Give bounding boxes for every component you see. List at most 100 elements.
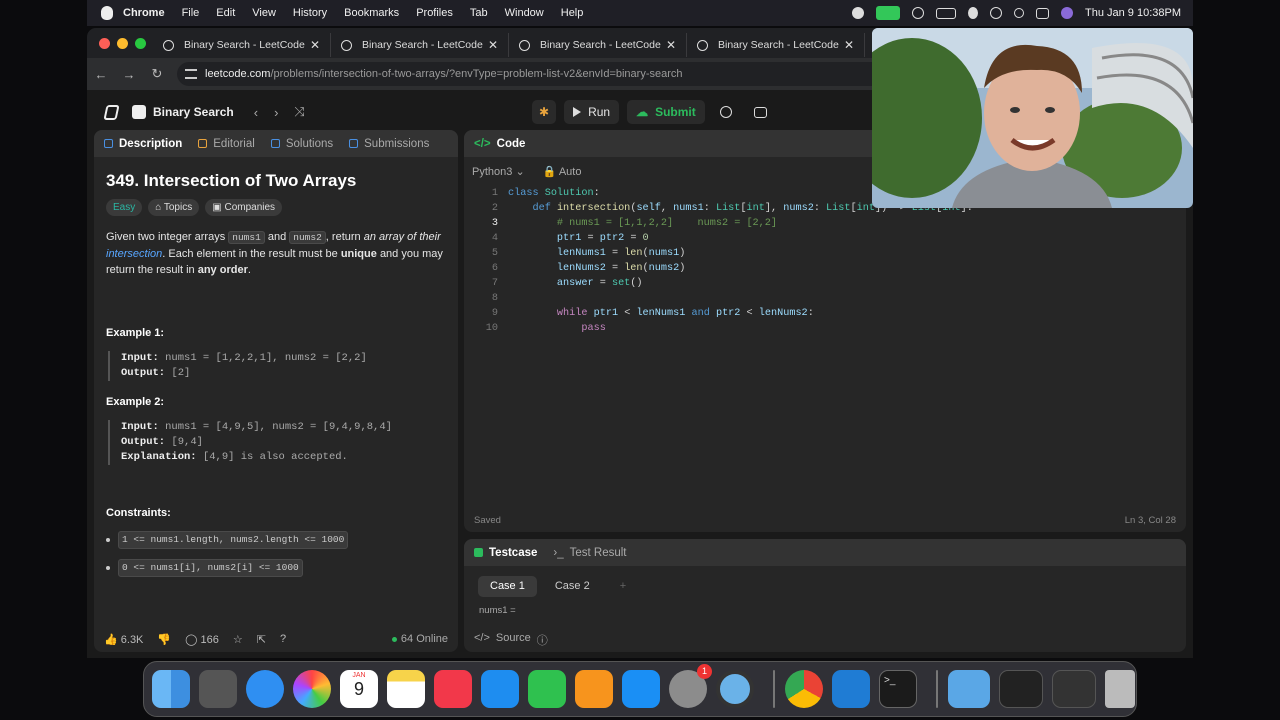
menu-app[interactable]: Chrome: [123, 7, 165, 19]
menu-profiles[interactable]: Profiles: [416, 7, 453, 19]
news-icon[interactable]: [434, 670, 472, 708]
code-line: lenNums1 = len(nums1): [556, 248, 686, 259]
notes-icon[interactable]: [387, 670, 425, 708]
prev-problem-icon[interactable]: ‹: [254, 105, 258, 120]
browser-tab[interactable]: Binary Search - LeetCode ✕: [153, 33, 331, 57]
tab-solutions[interactable]: Solutions: [270, 138, 333, 150]
minimize-window-button[interactable]: [117, 37, 128, 49]
menu-edit[interactable]: Edit: [216, 7, 235, 19]
app-store-icon[interactable]: [622, 670, 660, 708]
shuffle-icon[interactable]: ⤨: [294, 104, 304, 120]
notes-button[interactable]: [747, 100, 774, 124]
control-center-icon[interactable]: [1035, 7, 1049, 19]
numbers-icon[interactable]: [528, 670, 566, 708]
case-1-button[interactable]: Case 1: [478, 576, 537, 597]
help-icon[interactable]: ⓘ: [537, 632, 548, 648]
dislike-icon[interactable]: 👎: [157, 633, 171, 646]
menu-bookmarks[interactable]: Bookmarks: [344, 7, 399, 19]
notification-badge: 1: [697, 664, 712, 679]
help-icon[interactable]: ?: [280, 633, 286, 645]
submit-button[interactable]: ☁ Submit: [627, 100, 705, 124]
menu-view[interactable]: View: [252, 7, 276, 19]
menu-window[interactable]: Window: [505, 7, 544, 19]
description-panel: Description Editorial Solutions Submissi…: [94, 130, 458, 652]
run-button[interactable]: Run: [564, 100, 620, 124]
tab-testcase[interactable]: Testcase: [474, 547, 537, 559]
close-tab-icon[interactable]: ✕: [666, 38, 676, 52]
source-button[interactable]: </> Source ⓘ: [474, 632, 548, 648]
moon-icon[interactable]: [967, 7, 978, 19]
window-thumbnail-icon[interactable]: [999, 670, 1043, 708]
problem-list-button[interactable]: Binary Search: [132, 105, 234, 119]
close-tab-icon[interactable]: ✕: [844, 38, 854, 52]
downloads-folder-icon[interactable]: [948, 670, 990, 708]
browser-tab[interactable]: Binary Search - LeetCode ✕: [509, 33, 687, 57]
close-window-button[interactable]: [99, 37, 110, 49]
terminal-icon[interactable]: >_: [879, 670, 917, 708]
tab-description[interactable]: Description: [104, 138, 182, 150]
vscode-icon[interactable]: [832, 670, 870, 708]
problem-title[interactable]: 349. Intersection of Two Arrays: [106, 172, 446, 189]
menu-history[interactable]: History: [293, 7, 327, 19]
bullet: [106, 566, 110, 570]
finder-icon[interactable]: [152, 670, 190, 708]
case-2-button[interactable]: Case 2: [543, 576, 602, 597]
back-icon[interactable]: ←: [87, 67, 115, 82]
chrome-icon[interactable]: [785, 670, 823, 708]
reload-icon[interactable]: ↻: [143, 66, 171, 82]
menu-tab[interactable]: Tab: [470, 7, 488, 19]
tab-submissions[interactable]: Submissions: [349, 138, 429, 150]
trash-icon[interactable]: [1105, 670, 1135, 708]
companies-tag[interactable]: ▣ Companies: [205, 199, 283, 216]
dock: JAN 9 1 >_: [143, 661, 1137, 717]
language-select[interactable]: Python3 ⌄: [472, 165, 525, 178]
quicktime-icon[interactable]: [716, 670, 754, 708]
leetcode-logo-icon[interactable]: [103, 104, 120, 120]
zoom-window-button[interactable]: [135, 37, 146, 49]
browser-tab[interactable]: Binary Search - LeetCode ✕: [687, 33, 865, 57]
menu-help[interactable]: Help: [561, 7, 584, 19]
search-icon[interactable]: [1013, 8, 1024, 18]
intersection-link[interactable]: intersection: [106, 248, 162, 260]
play-icon[interactable]: [911, 7, 924, 19]
next-problem-icon[interactable]: ›: [274, 105, 278, 120]
browser-tab[interactable]: Binary Search - LeetCode ✕: [331, 33, 509, 57]
pages-icon[interactable]: [575, 670, 613, 708]
difficulty-badge: Easy: [106, 199, 143, 216]
nums1-label: nums1 =: [479, 605, 516, 616]
auto-mode-toggle[interactable]: 🔒 Auto: [543, 165, 582, 178]
debug-button[interactable]: ✱: [532, 100, 557, 124]
system-settings-icon[interactable]: 1: [669, 664, 712, 708]
tab-editorial[interactable]: Editorial: [198, 138, 255, 150]
tab-test-result[interactable]: ›_ Test Result: [553, 547, 626, 559]
forward-icon[interactable]: →: [115, 67, 143, 82]
clock[interactable]: Thu Jan 9 10:38PM: [1085, 7, 1181, 19]
window-thumbnail-icon[interactable]: [1052, 670, 1096, 708]
apple-icon[interactable]: [101, 6, 113, 20]
menu-file[interactable]: File: [182, 7, 200, 19]
timer-button[interactable]: [713, 100, 739, 124]
site-settings-icon[interactable]: [185, 69, 197, 79]
record-icon[interactable]: [851, 7, 864, 19]
comments-button[interactable]: ◯ 166: [185, 633, 219, 646]
photos-icon[interactable]: [293, 670, 331, 708]
wifi-icon[interactable]: [989, 7, 1002, 19]
add-case-button[interactable]: +: [608, 576, 638, 597]
topics-tag[interactable]: ⌂ Topics: [148, 199, 200, 216]
siri-icon[interactable]: [1060, 7, 1073, 19]
close-tab-icon[interactable]: ✕: [310, 38, 320, 52]
battery-icon[interactable]: [935, 7, 956, 19]
leetcode-favicon-icon: [519, 39, 530, 51]
like-button[interactable]: 👍 6.3K: [104, 633, 143, 646]
launchpad-icon[interactable]: [199, 670, 237, 708]
star-icon[interactable]: ☆: [233, 633, 243, 646]
safari-icon[interactable]: [246, 670, 284, 708]
close-tab-icon[interactable]: ✕: [488, 38, 498, 52]
calendar-icon[interactable]: JAN 9: [340, 670, 378, 708]
keynote-icon[interactable]: [481, 670, 519, 708]
book-icon: [198, 139, 208, 148]
share-icon[interactable]: ⇱: [257, 633, 266, 646]
tab-code[interactable]: </> Code: [474, 138, 525, 150]
facetime-icon[interactable]: [875, 6, 900, 20]
save-status: Saved: [474, 515, 501, 526]
